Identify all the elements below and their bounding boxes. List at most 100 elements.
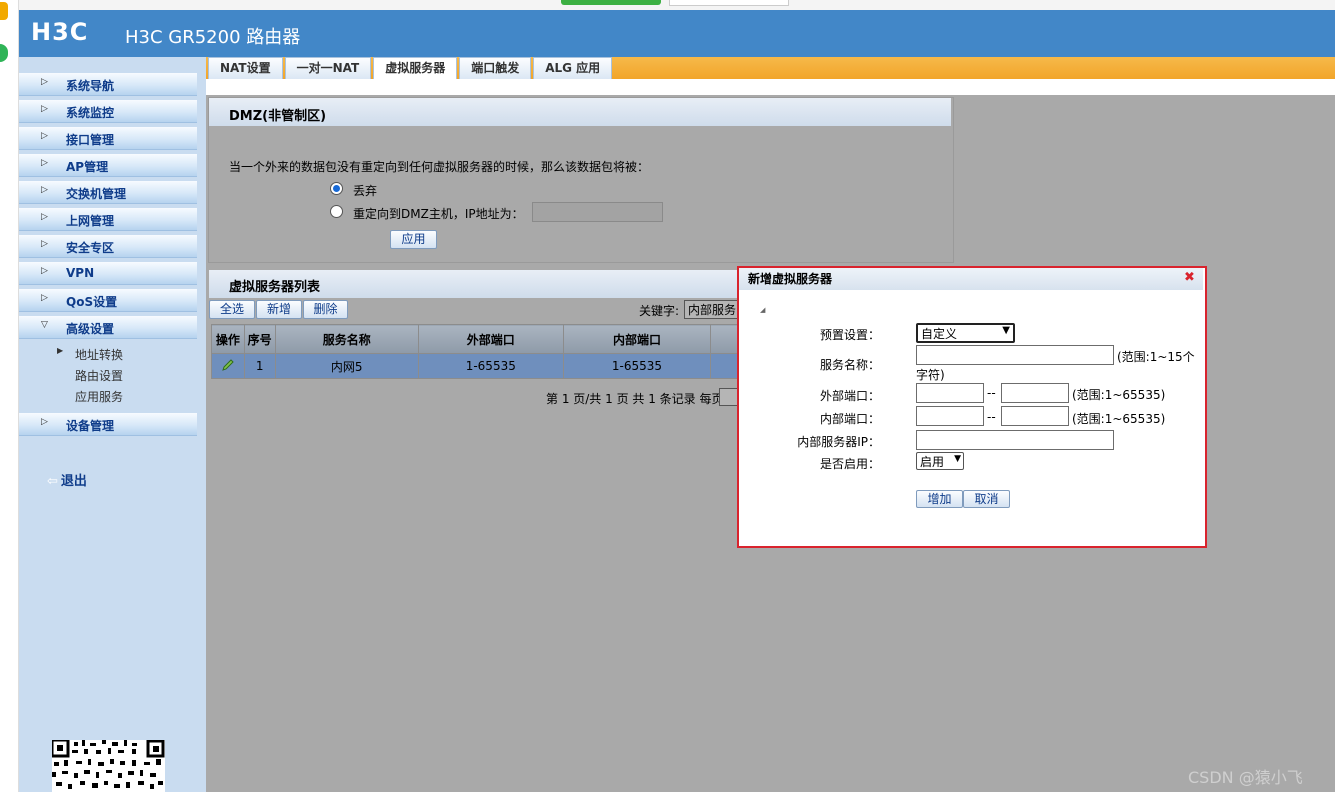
sidebar-subitem-nat[interactable]: ▶ 地址转换 [19, 343, 197, 364]
sidebar-item-label: 上网管理 [66, 214, 115, 228]
h3c-logo: H3C [31, 18, 89, 46]
sidebar-item-system-nav[interactable]: ▷ 系统导航 [19, 73, 197, 96]
sidebar-item-label: 系统监控 [66, 106, 115, 120]
sidebar-item-label: 设备管理 [66, 419, 115, 433]
dmz-title: DMZ(非管制区) [229, 109, 327, 124]
logout-icon: ⇦ [47, 474, 58, 489]
service-name-input[interactable] [916, 345, 1114, 365]
delete-button[interactable]: 删除 [303, 300, 348, 319]
col-header-index: 序号 [243, 324, 276, 354]
ext-port-end-input[interactable] [1001, 383, 1069, 403]
logout-label: 退出 [60, 474, 87, 489]
col-header-extra [710, 324, 738, 354]
sidebar-item-system-monitor[interactable]: ▷ 系统监控 [19, 100, 197, 123]
tab-one-to-one-nat[interactable]: 一对一NAT [284, 57, 372, 79]
sidebar-item-switch[interactable]: ▷ 交换机管理 [19, 181, 197, 204]
tab-alg[interactable]: ALG 应用 [533, 57, 613, 79]
int-port-start-input[interactable] [916, 406, 984, 426]
sidebar-subitem-routing[interactable]: 路由设置 [19, 364, 197, 385]
keyword-label: 关键字: [639, 304, 680, 318]
sidebar-subitem-label: 路由设置 [75, 369, 124, 383]
add-button[interactable]: 新增 [256, 300, 302, 319]
tab-underline [206, 79, 1335, 95]
logout-link[interactable]: ⇦ 退出 [47, 470, 87, 489]
col-header-ext-port: 外部端口 [417, 324, 564, 354]
ext-port-start-input[interactable] [916, 383, 984, 403]
int-port-end-input[interactable] [1001, 406, 1069, 426]
select-all-button[interactable]: 全选 [209, 300, 255, 319]
edit-icon[interactable] [211, 353, 245, 379]
sidebar-item-label: 高级设置 [66, 322, 115, 336]
qr-code-graphic [52, 740, 165, 789]
sidebar-item-label: 安全专区 [66, 241, 115, 255]
dmz-drop-label: 丢弃 [353, 184, 378, 198]
sidebar-item-ap[interactable]: ▷ AP管理 [19, 154, 197, 177]
expand-arrow-icon: ▷ [41, 185, 48, 195]
vs-table: 操作 序号 服务名称 外部端口 内部端口 1 内网5 1-65535 1-655… [211, 324, 738, 379]
expand-arrow-icon: ▷ [41, 104, 48, 114]
vs-table-header-row: 操作 序号 服务名称 外部端口 内部端口 [211, 324, 738, 354]
dmz-ip-input[interactable] [532, 202, 663, 222]
int-port-hint: (范围:1~65535) [1072, 412, 1166, 426]
sidebar-item-label: QoS设置 [66, 295, 118, 309]
vs-list-title: 虚拟服务器列表 [229, 280, 321, 295]
qr-code [52, 740, 165, 792]
ext-port-hint: (范围:1~65535) [1072, 388, 1166, 402]
table-row[interactable]: 1 内网5 1-65535 1-65535 [211, 353, 738, 379]
sidebar-item-internet[interactable]: ▷ 上网管理 [19, 208, 197, 231]
enable-select[interactable]: 启用 ▼ [916, 452, 964, 470]
sidebar-item-device[interactable]: ▷ 设备管理 [19, 413, 197, 436]
sidebar-item-advanced[interactable]: ▽ 高级设置 [19, 316, 197, 339]
dmz-redirect-label: 重定向到DMZ主机，IP地址为： [353, 207, 524, 221]
server-ip-input[interactable] [916, 430, 1114, 450]
keyword-select-value: 内部服务 [688, 303, 737, 317]
col-header-int-port: 内部端口 [562, 324, 712, 354]
tab-virtual-server[interactable]: 虚拟服务器 [373, 57, 458, 79]
tab-port-trigger[interactable]: 端口触发 [459, 57, 532, 79]
dmz-redirect-radio[interactable] [330, 205, 343, 218]
col-header-name: 服务名称 [274, 324, 419, 354]
dialog-marker-icon: ◢ [760, 306, 766, 314]
keyword-select[interactable]: 内部服务 [684, 300, 741, 319]
dialog-title: 新增虚拟服务器 [748, 272, 833, 286]
server-ip-label: 内部服务器IP： [797, 435, 880, 449]
expand-arrow-icon: ▷ [41, 158, 48, 168]
dmz-apply-button[interactable]: 应用 [390, 230, 437, 249]
browser-white-button[interactable] [669, 0, 789, 6]
expand-arrow-icon: ▷ [41, 77, 48, 87]
row-ext-port: 1-65535 [417, 353, 564, 379]
sidebar-item-interface[interactable]: ▷ 接口管理 [19, 127, 197, 150]
row-int-port: 1-65535 [562, 353, 712, 379]
sidebar-item-security[interactable]: ▷ 安全专区 [19, 235, 197, 258]
browser-green-button[interactable] [561, 0, 661, 5]
row-index: 1 [243, 353, 276, 379]
enable-label: 是否启用： [819, 457, 880, 471]
sidebar-item-vpn[interactable]: ▷ VPN [19, 262, 197, 285]
dialog-add-button[interactable]: 增加 [916, 490, 963, 508]
ext-port-separator: -- [987, 386, 996, 400]
pagination-text: 第 1 页/共 1 页 共 1 条记录 每页 [546, 392, 724, 406]
service-name-label: 服务名称： [819, 358, 880, 372]
expand-arrow-icon: ▷ [41, 417, 48, 427]
edge-app-icon-yellow[interactable] [0, 2, 8, 20]
sidebar-subitem-app-service[interactable]: 应用服务 [19, 385, 197, 406]
sidebar-item-qos[interactable]: ▷ QoS设置 [19, 289, 197, 312]
sidebar-item-label: AP管理 [66, 160, 109, 174]
left-browser-edge [0, 0, 19, 792]
dmz-drop-radio[interactable] [330, 182, 343, 195]
dmz-description: 当一个外来的数据包没有重定向到任何虚拟服务器的时候，那么该数据包将被： [229, 160, 650, 174]
sidebar-menu: ▷ 系统导航 ▷ 系统监控 ▷ 接口管理 ▷ AP管理 ▷ 交换机管理 ▷ 上网管理 ▷ 安全… [19, 73, 197, 440]
browser-top-strip [0, 0, 1335, 10]
tab-nat-settings[interactable]: NAT设置 [208, 57, 283, 79]
preset-select[interactable]: 自定义 ▼ [916, 323, 1015, 343]
watermark-text: CSDN @猿小飞 [1188, 768, 1303, 787]
sidebar-item-label: VPN [66, 266, 95, 280]
dialog-cancel-button[interactable]: 取消 [963, 490, 1010, 508]
close-icon[interactable]: ✖ [1184, 270, 1195, 285]
preset-select-value: 自定义 [921, 327, 958, 341]
page-size-input[interactable] [719, 388, 739, 406]
sidebar-subitem-label: 地址转换 [75, 348, 124, 362]
row-extra [710, 353, 738, 379]
int-port-label: 内部端口： [819, 412, 880, 426]
current-arrow-icon: ▶ [57, 346, 64, 355]
